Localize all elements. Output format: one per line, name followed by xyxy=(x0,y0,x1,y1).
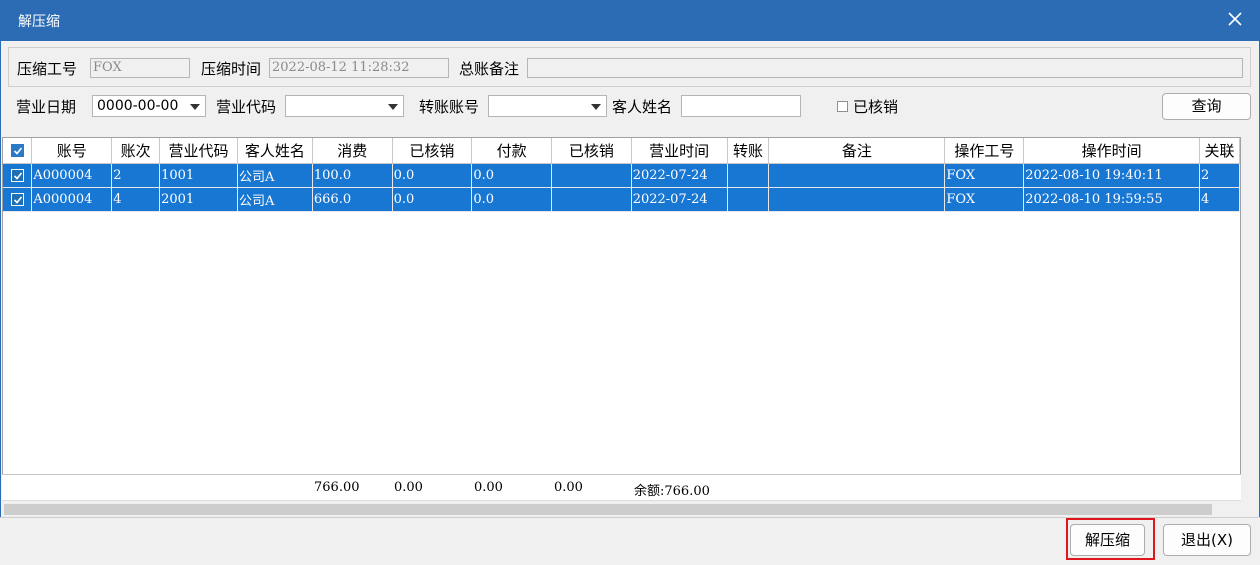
payment-total: 0.00 xyxy=(474,480,503,495)
table-cell xyxy=(551,187,632,212)
summary-row: 766.00 0.00 0.00 0.00 余额:766.00 xyxy=(2,474,1241,500)
table-cell: 666.0 xyxy=(312,187,393,212)
col-header[interactable]: 关联 xyxy=(1199,138,1240,164)
table-cell: 0.0 xyxy=(471,163,552,188)
table-cell: 公司A xyxy=(237,163,313,188)
table-cell: 4 xyxy=(1199,187,1240,212)
note-label: 总账备注 xyxy=(459,60,520,78)
table-cell: FOX xyxy=(944,163,1025,188)
col-header[interactable]: 账号 xyxy=(31,138,113,164)
col-header[interactable]: 操作工号 xyxy=(944,138,1025,164)
account-select[interactable] xyxy=(488,95,607,117)
right-gutter xyxy=(1241,137,1259,517)
verified2-total: 0.00 xyxy=(554,480,583,495)
window-title: 解压缩 xyxy=(18,14,60,30)
code-select[interactable] xyxy=(285,95,404,117)
verified-checkbox[interactable] xyxy=(837,101,848,112)
close-icon[interactable] xyxy=(1228,8,1246,30)
col-header[interactable]: 转账 xyxy=(727,138,770,164)
table-row[interactable]: A000004 2 1001 公司A 100.0 0.0 0.0 2022-07… xyxy=(3,163,1240,188)
table-cell xyxy=(768,163,946,188)
verified-label: 已核销 xyxy=(853,98,899,116)
table-cell: 2001 xyxy=(159,187,238,212)
table-header: 账号 账次 营业代码 客人姓名 消费 已核销 付款 已核销 营业时间 转账 备注… xyxy=(3,138,1240,164)
chevron-down-icon[interactable] xyxy=(190,104,200,110)
account-label: 转账账号 xyxy=(419,98,480,116)
balance-text: 余额:766.00 xyxy=(634,484,710,499)
horizontal-scrollbar[interactable] xyxy=(2,500,1241,517)
col-header[interactable]: 操作时间 xyxy=(1023,138,1200,164)
scrollbar-thumb[interactable] xyxy=(4,504,1212,515)
table-cell: 2022-08-10 19:59:55 xyxy=(1023,187,1200,212)
time-label: 压缩时间 xyxy=(201,60,262,78)
table-cell: 公司A xyxy=(237,187,313,212)
col-header[interactable]: 备注 xyxy=(768,138,946,164)
table-cell xyxy=(727,187,770,212)
col-header[interactable]: 客人姓名 xyxy=(237,138,313,164)
col-header[interactable]: 账次 xyxy=(111,138,161,164)
time-field: 2022-08-12 11:28:32 xyxy=(269,58,449,78)
consume-total: 766.00 xyxy=(314,480,360,495)
table-cell: 0.0 xyxy=(392,163,473,188)
date-label: 营业日期 xyxy=(16,98,77,116)
col-header[interactable]: 营业时间 xyxy=(631,138,728,164)
col-header[interactable]: 已核销 xyxy=(551,138,632,164)
verified-total: 0.00 xyxy=(394,480,423,495)
table-cell: 2022-07-24 xyxy=(631,163,728,188)
table-cell: FOX xyxy=(944,187,1025,212)
title-bar: 解压缩 xyxy=(0,0,1260,41)
table-cell: 100.0 xyxy=(312,163,393,188)
date-value: 0000-00-00 xyxy=(97,98,179,114)
row-checkbox[interactable] xyxy=(3,187,33,212)
col-header[interactable]: 消费 xyxy=(312,138,393,164)
records-table: 账号 账次 营业代码 客人姓名 消费 已核销 付款 已核销 营业时间 转账 备注… xyxy=(3,138,1240,212)
table-cell xyxy=(551,163,632,188)
operator-label: 压缩工号 xyxy=(17,60,78,78)
col-header[interactable]: 付款 xyxy=(471,138,552,164)
code-label: 营业代码 xyxy=(216,98,277,116)
query-button[interactable]: 查询 xyxy=(1162,93,1251,120)
customer-label: 客人姓名 xyxy=(612,98,673,116)
chevron-down-icon[interactable] xyxy=(591,104,601,110)
customer-input[interactable] xyxy=(681,95,801,117)
records-grid: 账号 账次 营业代码 客人姓名 消费 已核销 付款 已核销 营业时间 转账 备注… xyxy=(2,137,1241,500)
table-cell: 1001 xyxy=(159,163,238,188)
table-cell: 4 xyxy=(111,187,161,212)
note-field xyxy=(527,58,1243,78)
chevron-down-icon[interactable] xyxy=(388,104,398,110)
exit-button[interactable]: 退出(X) xyxy=(1163,524,1251,556)
decompress-button[interactable]: 解压缩 xyxy=(1070,524,1145,556)
table-cell: 2 xyxy=(111,163,161,188)
table-cell: 2022-08-10 19:40:11 xyxy=(1023,163,1200,188)
row-checkbox[interactable] xyxy=(3,163,33,188)
table-cell: 0.0 xyxy=(471,187,552,212)
date-picker[interactable]: 0000-00-00 xyxy=(92,95,206,117)
table-cell: A000004 xyxy=(31,163,113,188)
table-cell: 2 xyxy=(1199,163,1240,188)
table-row[interactable]: A000004 4 2001 公司A 666.0 0.0 0.0 2022-07… xyxy=(3,187,1240,212)
col-header[interactable]: 已核销 xyxy=(392,138,473,164)
table-cell: A000004 xyxy=(31,187,113,212)
table-cell xyxy=(727,163,770,188)
table-cell: 0.0 xyxy=(392,187,473,212)
table-cell xyxy=(768,187,946,212)
select-all-checkbox[interactable] xyxy=(3,138,33,164)
table-cell: 2022-07-24 xyxy=(631,187,728,212)
operator-field: FOX xyxy=(90,58,190,78)
col-header[interactable]: 营业代码 xyxy=(159,138,238,164)
